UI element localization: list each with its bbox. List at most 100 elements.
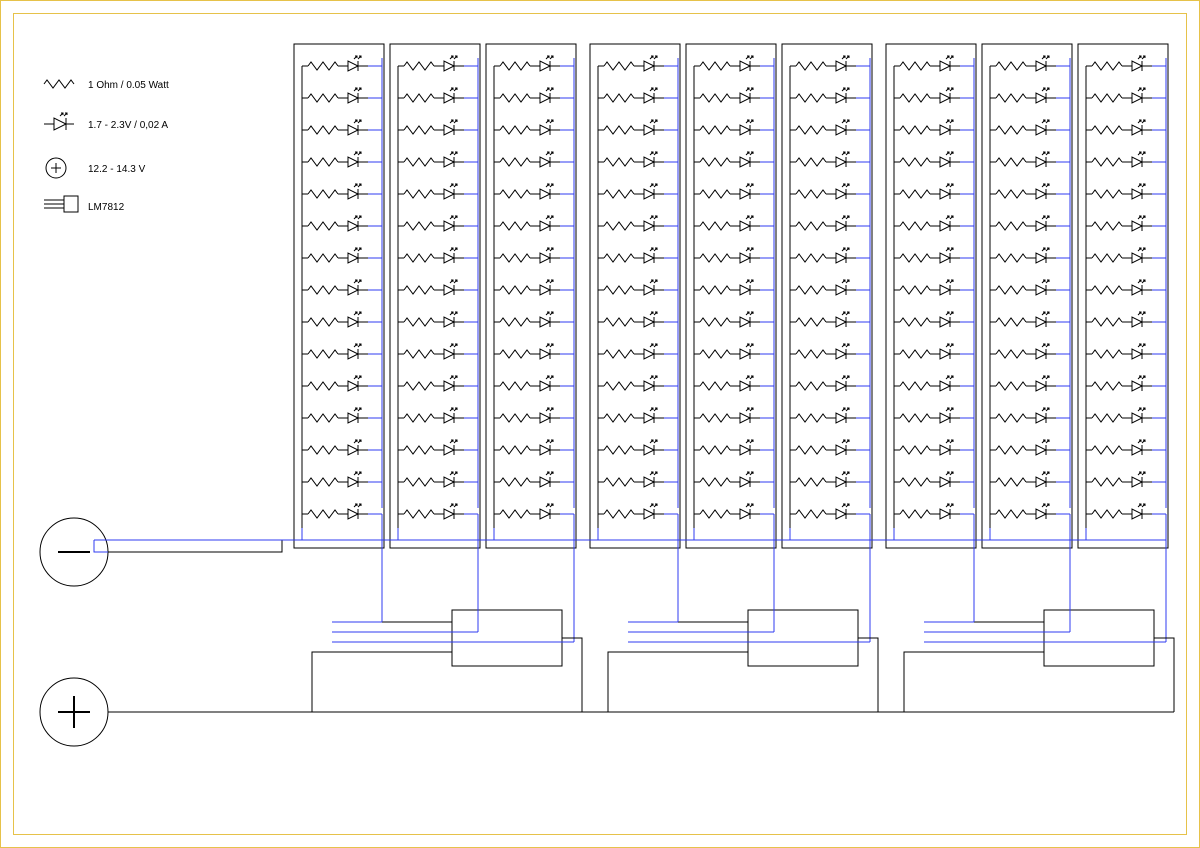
resistor-led-cell: [302, 344, 368, 359]
resistor-led-cell: [990, 344, 1056, 359]
resistor-led-cell: [990, 472, 1056, 487]
resistor-led-cell: [1086, 120, 1152, 135]
resistor-led-cell: [694, 344, 760, 359]
resistor-led-cell: [990, 56, 1056, 71]
resistor-led-cell: [790, 216, 856, 231]
resistor-led-cell: [990, 408, 1056, 423]
resistor-led-cell: [398, 88, 464, 103]
svg-text:1.7 - 2.3V / 0,02 A: 1.7 - 2.3V / 0,02 A: [88, 120, 168, 131]
resistor-led-cell: [990, 280, 1056, 295]
resistor-led-cell: [790, 312, 856, 327]
resistor-led-cell: [302, 376, 368, 391]
resistor-led-cell: [1086, 280, 1152, 295]
resistor-led-cell: [398, 248, 464, 263]
resistor-led-cell: [598, 120, 664, 135]
resistor-led-cell: [398, 216, 464, 231]
svg-text:12.2 - 14.3 V: 12.2 - 14.3 V: [88, 164, 146, 175]
resistor-led-cell: [1086, 440, 1152, 455]
resistor-led-cell: [398, 440, 464, 455]
resistor-led-cell: [398, 280, 464, 295]
resistor-led-cell: [398, 184, 464, 199]
resistor-led-cell: [790, 408, 856, 423]
resistor-led-cell: [1086, 344, 1152, 359]
resistor-led-cell: [694, 472, 760, 487]
resistor-led-cell: [398, 376, 464, 391]
resistor-led-cell: [302, 88, 368, 103]
resistor-led-cell: [1086, 56, 1152, 71]
resistor-led-cell: [598, 56, 664, 71]
resistor-led-cell: [398, 472, 464, 487]
resistor-led-cell: [398, 408, 464, 423]
resistor-led-cell: [894, 312, 960, 327]
resistor-led-cell: [598, 440, 664, 455]
resistor-led-cell: [694, 88, 760, 103]
resistor-led-cell: [598, 408, 664, 423]
resistor-led-cell: [694, 56, 760, 71]
resistor-led-cell: [990, 120, 1056, 135]
resistor-led-cell: [302, 120, 368, 135]
resistor-led-cell: [398, 504, 464, 519]
resistor-led-cell: [302, 280, 368, 295]
resistor-led-cell: [1086, 472, 1152, 487]
svg-text:LM7812: LM7812: [88, 202, 125, 213]
resistor-led-cell: [990, 504, 1056, 519]
resistor-led-cell: [694, 280, 760, 295]
resistor-led-cell: [494, 280, 560, 295]
resistor-led-cell: [494, 376, 560, 391]
resistor-led-cell: [790, 280, 856, 295]
resistor-led-cell: [1086, 88, 1152, 103]
resistor-led-cell: [398, 152, 464, 167]
resistor-led-cell: [694, 376, 760, 391]
resistor-led-cell: [894, 280, 960, 295]
resistor-led-cell: [598, 472, 664, 487]
resistor-led-cell: [990, 184, 1056, 199]
resistor-led-cell: [694, 440, 760, 455]
resistor-led-cell: [790, 152, 856, 167]
resistor-led-cell: [1086, 248, 1152, 263]
resistor-led-cell: [598, 248, 664, 263]
resistor-led-cell: [494, 472, 560, 487]
resistor-led-cell: [494, 248, 560, 263]
resistor-led-cell: [694, 120, 760, 135]
resistor-led-cell: [598, 344, 664, 359]
resistor-led-cell: [1086, 216, 1152, 231]
resistor-led-cell: [790, 472, 856, 487]
resistor-led-cell: [790, 440, 856, 455]
resistor-led-cell: [694, 184, 760, 199]
resistor-led-cell: [694, 408, 760, 423]
resistor-led-cell: [302, 184, 368, 199]
resistor-led-cell: [494, 88, 560, 103]
resistor-led-cell: [598, 184, 664, 199]
resistor-led-cell: [990, 216, 1056, 231]
resistor-led-cell: [494, 312, 560, 327]
resistor-led-cell: [790, 376, 856, 391]
resistor-led-cell: [990, 88, 1056, 103]
resistor-led-cell: [598, 312, 664, 327]
resistor-led-cell: [694, 152, 760, 167]
resistor-led-cell: [694, 216, 760, 231]
resistor-led-cell: [990, 440, 1056, 455]
resistor-led-cell: [302, 248, 368, 263]
resistor-led-cell: [894, 344, 960, 359]
resistor-led-cell: [494, 504, 560, 519]
resistor-led-cell: [894, 472, 960, 487]
resistor-led-cell: [894, 120, 960, 135]
resistor-led-cell: [790, 344, 856, 359]
resistor-led-cell: [694, 248, 760, 263]
resistor-led-cell: [302, 56, 368, 71]
resistor-led-cell: [494, 408, 560, 423]
resistor-led-cell: [1086, 376, 1152, 391]
resistor-led-cell: [598, 216, 664, 231]
resistor-led-cell: [1086, 152, 1152, 167]
resistor-led-cell: [398, 312, 464, 327]
resistor-led-cell: [302, 472, 368, 487]
resistor-led-cell: [598, 152, 664, 167]
resistor-led-cell: [302, 440, 368, 455]
resistor-led-cell: [694, 504, 760, 519]
resistor-led-cell: [894, 152, 960, 167]
resistor-led-cell: [598, 376, 664, 391]
resistor-led-cell: [894, 56, 960, 71]
resistor-led-cell: [790, 248, 856, 263]
resistor-led-cell: [790, 504, 856, 519]
resistor-led-cell: [790, 56, 856, 71]
